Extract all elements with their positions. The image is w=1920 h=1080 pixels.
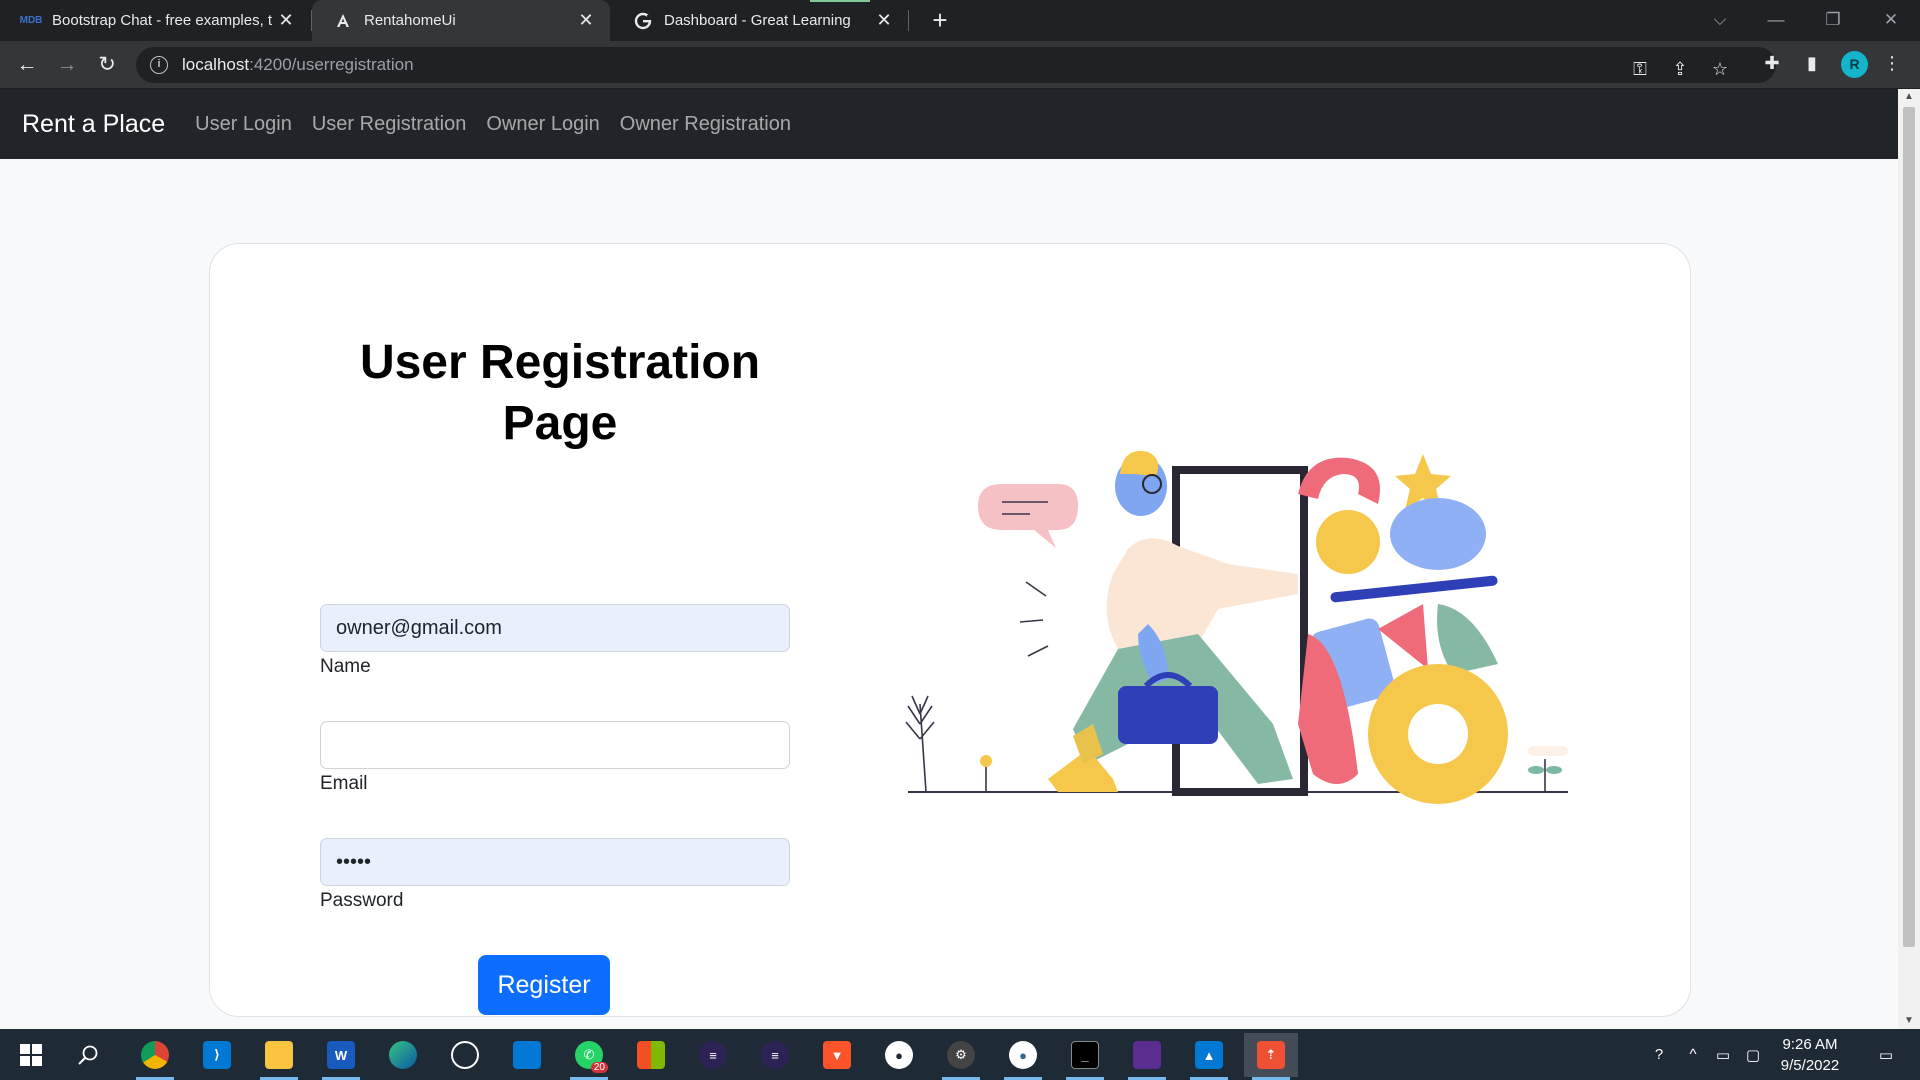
password-field[interactable] bbox=[320, 838, 790, 886]
scroll-down-arrow-icon[interactable]: ▼ bbox=[1898, 1013, 1920, 1029]
extensions-icon[interactable]: ✚ bbox=[1758, 49, 1786, 77]
page-title: User Registration Page bbox=[359, 336, 761, 450]
microsoft-office-icon[interactable] bbox=[624, 1033, 678, 1077]
edge-icon[interactable] bbox=[376, 1033, 430, 1077]
battery-icon[interactable]: ▭ bbox=[1710, 1029, 1736, 1080]
tab-great-learning[interactable]: Dashboard - Great Learning ✕ bbox=[612, 0, 908, 41]
menu-icon[interactable]: ⋮ bbox=[1878, 49, 1906, 77]
tab-search-button[interactable]: ⌵ bbox=[1700, 4, 1740, 36]
nav-link-user-registration[interactable]: User Registration bbox=[312, 113, 467, 136]
scrollbar-thumb[interactable] bbox=[1903, 107, 1915, 947]
scroll-up-arrow-icon[interactable]: ▲ bbox=[1898, 89, 1920, 105]
minimize-button[interactable]: — bbox=[1756, 4, 1796, 36]
whatsapp-icon[interactable]: ✆ 20 bbox=[562, 1033, 616, 1080]
close-tab-icon[interactable]: ✕ bbox=[576, 10, 596, 31]
registration-illustration bbox=[905, 450, 1568, 804]
navbar-brand[interactable]: Rent a Place bbox=[22, 110, 165, 139]
system-clock[interactable]: 9:26 AM 9/5/2022 bbox=[1760, 1034, 1860, 1076]
profile-avatar[interactable]: R bbox=[1841, 51, 1868, 78]
clock-time: 9:26 AM bbox=[1782, 1036, 1838, 1053]
tab-rentahomeui[interactable]: RentahomeUi ✕ bbox=[312, 0, 610, 41]
nav-link-user-login[interactable]: User Login bbox=[195, 113, 292, 136]
key-icon[interactable]: ⚿ bbox=[1626, 55, 1654, 83]
help-icon[interactable]: ? bbox=[1644, 1029, 1674, 1080]
show-hidden-icons-icon[interactable]: ^ bbox=[1680, 1029, 1706, 1080]
top-navbar: Rent a Place User Login User Registratio… bbox=[0, 89, 1898, 159]
address-bar[interactable]: i localhost:4200/userregistration ⚿ ⇪ ☆ bbox=[136, 47, 1776, 83]
start-icon[interactable] bbox=[4, 1033, 58, 1077]
chrome-icon[interactable] bbox=[128, 1033, 182, 1080]
side-panel-icon[interactable]: ▮ bbox=[1798, 49, 1826, 77]
email-field[interactable] bbox=[320, 721, 790, 769]
share-icon[interactable]: ⇪ bbox=[1666, 55, 1694, 83]
site-info-icon[interactable]: i bbox=[150, 56, 168, 74]
tab-bootstrap-chat[interactable]: MDB Bootstrap Chat - free examples, t ✕ bbox=[0, 0, 310, 41]
windows-taskbar: ⟩ W ✆ 20 ≡ ≡ ▼ ● ⚙ ● _ ▲ ⇡ ? ^ ▭ ▢ 9:26 A… bbox=[0, 1029, 1920, 1080]
password-label: Password bbox=[320, 890, 404, 911]
new-tab-button[interactable]: + bbox=[924, 4, 956, 36]
postman-icon[interactable]: ● bbox=[872, 1033, 926, 1077]
nav-link-owner-registration[interactable]: Owner Registration bbox=[620, 113, 791, 136]
bookmark-star-icon[interactable]: ☆ bbox=[1706, 55, 1734, 83]
eclipse-icon[interactable]: ≡ bbox=[686, 1033, 740, 1077]
git-icon[interactable]: ⇡ bbox=[1244, 1033, 1298, 1080]
settings-icon[interactable]: ⚙ bbox=[934, 1033, 988, 1080]
photos-icon[interactable]: ▲ bbox=[1182, 1033, 1236, 1080]
clock-date: 9/5/2022 bbox=[1780, 1057, 1840, 1074]
browser-tab-strip: MDB Bootstrap Chat - free examples, t ✕ … bbox=[0, 0, 1920, 41]
word-icon[interactable]: W bbox=[314, 1033, 368, 1080]
google-icon bbox=[634, 12, 652, 30]
github-desktop-icon[interactable] bbox=[438, 1033, 492, 1077]
angular-icon bbox=[334, 12, 352, 30]
search-icon[interactable] bbox=[62, 1033, 116, 1077]
notifications-icon[interactable]: ▭ bbox=[1866, 1029, 1906, 1080]
tab-title: RentahomeUi bbox=[364, 12, 456, 29]
tab-separator bbox=[908, 10, 909, 31]
email-label: Email bbox=[320, 773, 368, 794]
notification-badge: 20 bbox=[590, 1062, 608, 1073]
tab-title: Dashboard - Great Learning bbox=[664, 12, 851, 29]
url-text[interactable]: localhost:4200/userregistration bbox=[182, 55, 414, 75]
terminal-icon[interactable]: _ bbox=[1058, 1033, 1112, 1080]
registration-card: User Registration Page Name Email Passwo… bbox=[209, 243, 1691, 1017]
brave-icon[interactable]: ▼ bbox=[810, 1033, 864, 1077]
page-viewport: Rent a Place User Login User Registratio… bbox=[0, 89, 1898, 1029]
vscode-icon[interactable]: ⟩ bbox=[190, 1033, 244, 1077]
restore-button[interactable]: ❐ bbox=[1813, 4, 1853, 36]
browser-toolbar: ← → ↻ i localhost:4200/userregistration … bbox=[0, 41, 1920, 89]
app-icon[interactable] bbox=[1120, 1033, 1174, 1080]
close-window-button[interactable]: ✕ bbox=[1871, 4, 1911, 36]
nav-link-owner-login[interactable]: Owner Login bbox=[486, 113, 599, 136]
eclipse-alt-icon[interactable]: ≡ bbox=[748, 1033, 802, 1077]
reload-button[interactable]: ↻ bbox=[91, 49, 123, 81]
page-scrollbar[interactable]: ▲ ▼ bbox=[1898, 89, 1920, 1029]
mdb-icon: MDB bbox=[19, 15, 43, 26]
pgadmin-icon[interactable]: ● bbox=[996, 1033, 1050, 1080]
store-icon[interactable] bbox=[500, 1033, 554, 1077]
back-button[interactable]: ← bbox=[11, 49, 43, 81]
forward-button[interactable]: → bbox=[51, 49, 83, 81]
name-field[interactable] bbox=[320, 604, 790, 652]
close-tab-icon[interactable]: ✕ bbox=[874, 10, 894, 31]
tab-title: Bootstrap Chat - free examples, t bbox=[52, 12, 273, 29]
name-label: Name bbox=[320, 656, 371, 677]
file-explorer-icon[interactable] bbox=[252, 1033, 306, 1080]
close-tab-icon[interactable]: ✕ bbox=[276, 10, 296, 31]
register-button[interactable]: Register bbox=[478, 955, 610, 1015]
